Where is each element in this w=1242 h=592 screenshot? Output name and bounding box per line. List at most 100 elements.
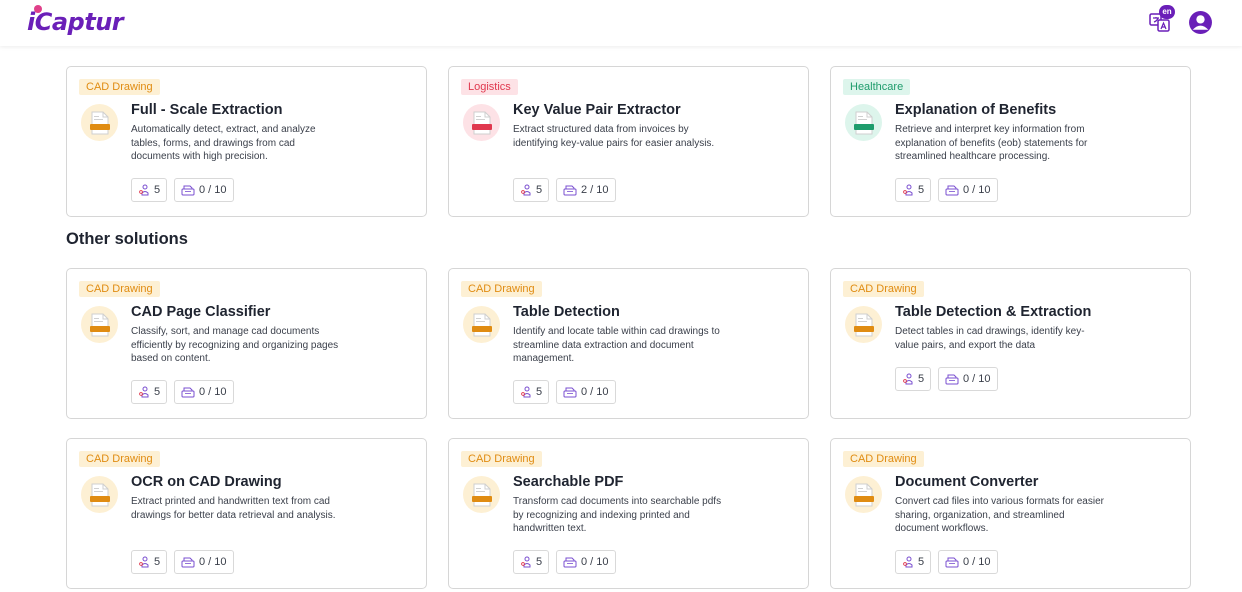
usage-value: 2 / 10	[581, 184, 609, 196]
card-description: Retrieve and interpret key information f…	[895, 124, 1088, 162]
documents-icon	[563, 557, 577, 568]
users-value: 5	[154, 184, 161, 196]
file-type-icon	[854, 483, 874, 507]
category-tag: CAD Drawing	[461, 281, 542, 297]
users-count: 5	[513, 380, 550, 404]
usage-count: 2 / 10	[556, 178, 616, 202]
section-title-other-solutions: Other solutions	[66, 230, 188, 248]
users-icon	[903, 556, 913, 568]
card-description: Extract printed and handwritten text fro…	[131, 496, 336, 521]
card-title: Searchable PDF	[513, 474, 624, 490]
solution-icon	[845, 104, 882, 141]
category-tag: CAD Drawing	[79, 281, 160, 297]
users-count: 5	[131, 380, 168, 404]
card-title: Table Detection	[513, 304, 620, 320]
solution-card[interactable]: CAD Drawing Document Converter Convert cad…	[830, 438, 1191, 589]
file-type-icon	[472, 313, 492, 337]
user-avatar-icon[interactable]	[1188, 10, 1213, 35]
language-badge: en	[1159, 5, 1175, 19]
category-tag: CAD Drawing	[79, 79, 160, 95]
usage-value: 0 / 10	[963, 373, 991, 385]
file-type-icon	[854, 313, 874, 337]
category-tag: Healthcare	[843, 79, 911, 95]
file-type-icon	[854, 111, 874, 135]
logo-text: iCaptur	[27, 8, 124, 36]
solution-card[interactable]: CAD Drawing Table Detection & Extraction D…	[830, 268, 1191, 419]
solution-card[interactable]: CAD Drawing OCR on CAD Drawing Extract pri…	[66, 438, 427, 589]
documents-icon	[945, 557, 959, 568]
card-description: Classify, sort, and manage cad documents…	[131, 326, 339, 364]
file-type-icon	[90, 111, 110, 135]
card-title: OCR on CAD Drawing	[131, 474, 282, 490]
documents-icon	[181, 387, 195, 398]
solution-card[interactable]: CAD Drawing CAD Page Classifier Classify, …	[66, 268, 427, 419]
users-count: 5	[131, 550, 168, 574]
users-value: 5	[918, 184, 925, 196]
solution-icon	[845, 306, 882, 343]
file-type-icon	[90, 483, 110, 507]
card-title: Table Detection & Extraction	[895, 304, 1092, 320]
usage-count: 0 / 10	[938, 550, 998, 574]
file-type-icon	[472, 483, 492, 507]
documents-icon	[563, 387, 577, 398]
solution-card[interactable]: CAD Drawing Searchable PDF Transform cad d…	[448, 438, 809, 589]
usage-value: 0 / 10	[199, 386, 227, 398]
documents-icon	[945, 374, 959, 385]
usage-count: 0 / 10	[174, 178, 234, 202]
solution-card[interactable]: CAD Drawing Full - Scale Extraction Automa…	[66, 66, 427, 217]
card-title: Explanation of Benefits	[895, 102, 1057, 118]
usage-count: 0 / 10	[556, 380, 616, 404]
usage-value: 0 / 10	[199, 184, 227, 196]
card-description: Transform cad documents into searchable …	[513, 496, 722, 534]
solution-icon	[81, 306, 118, 343]
category-tag: Logistics	[461, 79, 518, 95]
users-count: 5	[895, 550, 932, 574]
card-description: Identify and locate table within cad dra…	[513, 326, 720, 364]
documents-icon	[181, 557, 195, 568]
app-logo[interactable]: iCaptur	[27, 5, 124, 36]
users-icon	[521, 556, 531, 568]
users-count: 5	[895, 178, 932, 202]
solution-icon	[463, 306, 500, 343]
top-bar: iCaptur en	[0, 0, 1242, 46]
usage-count: 0 / 10	[556, 550, 616, 574]
solution-icon	[463, 476, 500, 513]
card-title: Full - Scale Extraction	[131, 102, 283, 118]
card-description: Convert cad files into various formats f…	[895, 496, 1104, 534]
solution-card[interactable]: CAD Drawing Table Detection Identify and l…	[448, 268, 809, 419]
usage-value: 0 / 10	[581, 556, 609, 568]
usage-value: 0 / 10	[581, 386, 609, 398]
category-tag: CAD Drawing	[461, 451, 542, 467]
solution-icon	[845, 476, 882, 513]
card-title: Key Value Pair Extractor	[513, 102, 681, 118]
solution-card[interactable]: Logistics Key Value Pair Extractor Extract…	[448, 66, 809, 217]
usage-value: 0 / 10	[963, 556, 991, 568]
usage-count: 0 / 10	[174, 380, 234, 404]
usage-count: 0 / 10	[938, 367, 998, 391]
usage-count: 0 / 10	[174, 550, 234, 574]
users-icon	[139, 184, 149, 196]
users-value: 5	[154, 386, 161, 398]
solution-card[interactable]: Healthcare Explanation of Benefits Retriev…	[830, 66, 1191, 217]
logo-dot	[34, 5, 42, 13]
category-tag: CAD Drawing	[843, 451, 924, 467]
category-tag: CAD Drawing	[843, 281, 924, 297]
documents-icon	[181, 185, 195, 196]
users-icon	[521, 184, 531, 196]
file-type-icon	[90, 313, 110, 337]
file-type-icon	[472, 111, 492, 135]
users-icon	[903, 184, 913, 196]
users-icon	[521, 386, 531, 398]
users-count: 5	[513, 178, 550, 202]
users-icon	[139, 556, 149, 568]
users-value: 5	[918, 373, 925, 385]
card-description: Detect tables in cad drawings, identify …	[895, 326, 1085, 351]
users-count: 5	[513, 550, 550, 574]
users-value: 5	[918, 556, 925, 568]
card-description: Automatically detect, extract, and analy…	[131, 124, 316, 162]
users-count: 5	[895, 367, 932, 391]
solution-icon	[81, 476, 118, 513]
solution-icon	[463, 104, 500, 141]
users-value: 5	[154, 556, 161, 568]
usage-value: 0 / 10	[963, 184, 991, 196]
